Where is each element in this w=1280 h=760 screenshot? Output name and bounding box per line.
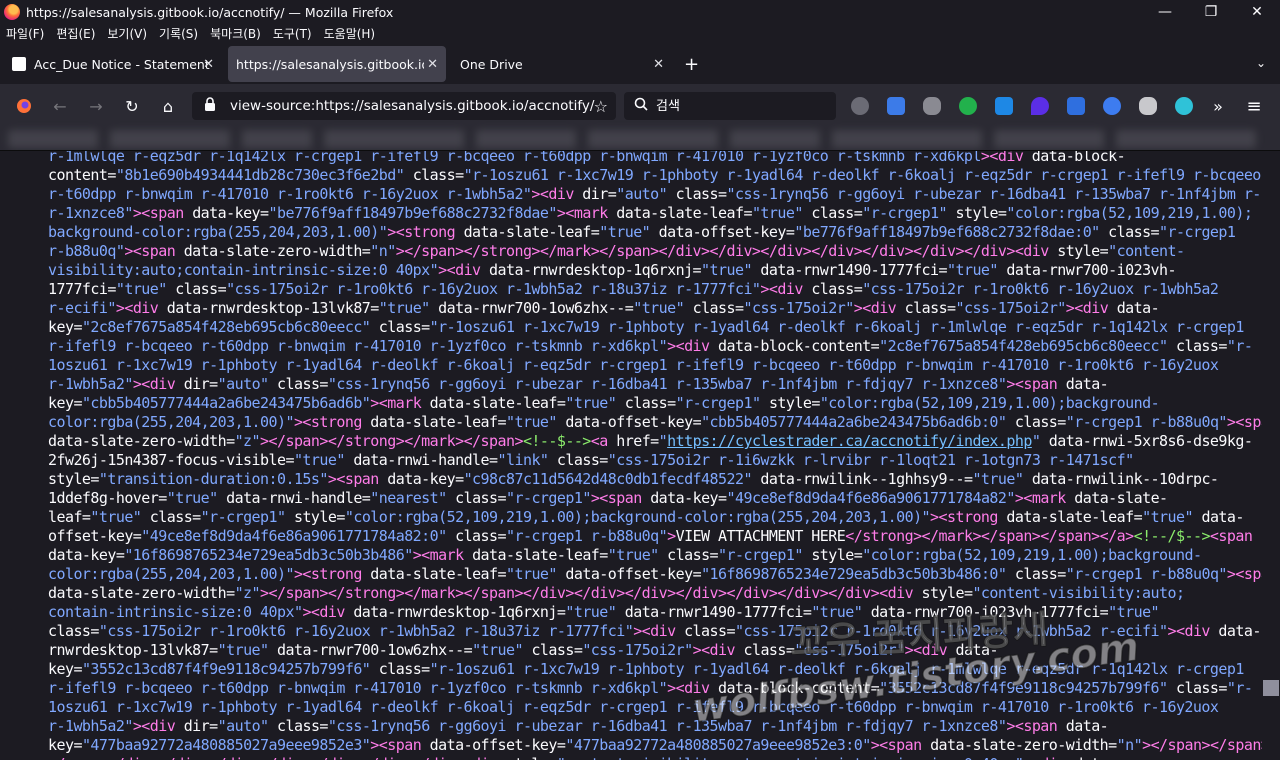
tab-label: https://salesanalysis.gitbook.io/acc: [236, 56, 424, 72]
home-button[interactable]: ⌂: [158, 96, 178, 116]
title-bar: https://salesanalysis.gitbook.io/accnoti…: [0, 0, 1280, 24]
menu-file[interactable]: 파일(F): [6, 25, 44, 42]
forward-button[interactable]: →: [86, 96, 106, 116]
menu-help[interactable]: 도움말(H): [324, 25, 376, 42]
firefox-view-icon[interactable]: [14, 96, 34, 116]
menu-tools[interactable]: 도구(T): [273, 25, 312, 42]
scrollbar-thumb[interactable]: [1263, 680, 1279, 696]
database-icon[interactable]: [1139, 97, 1157, 115]
tab-acc-due-notice[interactable]: Acc_Due Notice - Statement ✕: [2, 46, 222, 82]
shield-icon[interactable]: [851, 97, 869, 115]
vertical-scrollbar[interactable]: [1262, 151, 1280, 760]
search-bar[interactable]: [624, 92, 836, 120]
back-button[interactable]: ←: [50, 96, 70, 116]
menu-bar: 파일(F) 편집(E) 보기(V) 기록(S) 북마크(B) 도구(T) 도움말…: [0, 24, 1280, 42]
close-button[interactable]: ✕: [1234, 0, 1280, 24]
app-menu-button[interactable]: ≡: [1244, 96, 1264, 117]
menu-view[interactable]: 보기(V): [107, 25, 147, 42]
document-icon: [12, 57, 26, 71]
window-controls: — ❐ ✕: [1142, 0, 1280, 24]
tab-close-icon[interactable]: ✕: [653, 57, 664, 72]
ublock-icon[interactable]: [1067, 97, 1085, 115]
tab-view-source[interactable]: https://salesanalysis.gitbook.io/acc ✕: [228, 46, 446, 82]
puzzle-icon[interactable]: [923, 97, 941, 115]
firefox-logo-icon: [4, 4, 20, 20]
address-bar[interactable]: view-source:https://salesanalysis.gitboo…: [192, 92, 616, 120]
tab-label: One Drive: [460, 56, 523, 72]
bookmarks-toolbar: [0, 128, 1280, 150]
tab-label: Acc_Due Notice - Statement: [34, 56, 210, 72]
new-tab-button[interactable]: +: [684, 54, 699, 75]
check-circle-icon[interactable]: [1103, 97, 1121, 115]
tab-one-drive[interactable]: One Drive ✕: [452, 46, 672, 82]
tab-bar: Acc_Due Notice - Statement ✕ https://sal…: [0, 44, 1280, 84]
menu-history[interactable]: 기록(S): [159, 25, 198, 42]
n-icon[interactable]: [959, 97, 977, 115]
search-input[interactable]: [656, 98, 826, 114]
overflow-menu-button[interactable]: »: [1208, 96, 1228, 116]
phishing-link[interactable]: https://cyclestrader.ca/accnotify/index.…: [667, 432, 1032, 450]
maximize-button[interactable]: ❐: [1188, 0, 1234, 24]
minimize-button[interactable]: —: [1142, 0, 1188, 24]
chat-icon[interactable]: [1175, 97, 1193, 115]
lock-icon[interactable]: [204, 97, 216, 115]
blue-shield-icon[interactable]: [995, 97, 1013, 115]
translate-icon[interactable]: [887, 97, 905, 115]
url-text[interactable]: view-source:https://salesanalysis.gitboo…: [230, 98, 594, 114]
reload-button[interactable]: ↻: [122, 96, 142, 116]
tab-close-icon[interactable]: ✕: [203, 57, 214, 72]
menu-bookmarks[interactable]: 북마크(B): [210, 25, 261, 42]
menu-edit[interactable]: 편집(E): [56, 25, 95, 42]
window-title: https://salesanalysis.gitbook.io/accnoti…: [26, 4, 394, 20]
search-icon: [634, 97, 648, 115]
navigation-toolbar: ← → ↻ ⌂ view-source:https://salesanalysi…: [0, 84, 1280, 128]
list-all-tabs-button[interactable]: ⌄: [1256, 56, 1266, 70]
gem-icon[interactable]: [1031, 97, 1049, 115]
tab-close-icon[interactable]: ✕: [427, 57, 438, 72]
bookmark-star-icon[interactable]: ☆: [594, 97, 608, 116]
